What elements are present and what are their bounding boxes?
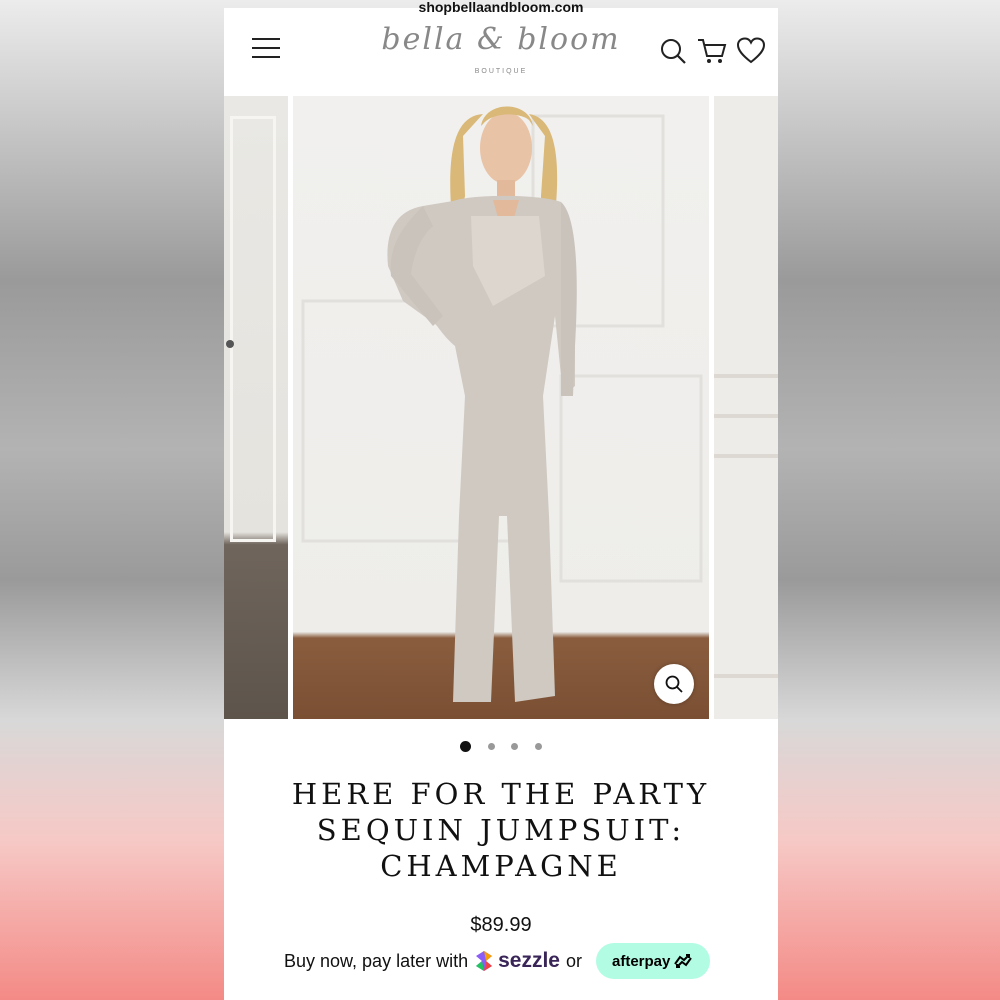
product-price: $89.99 (470, 914, 532, 936)
model-in-jumpsuit-image (301, 106, 703, 702)
afterpay-badge[interactable]: afterpay (596, 943, 711, 979)
main-product-image[interactable] (293, 96, 709, 719)
sezzle-label: sezzle (498, 949, 560, 972)
cart-icon[interactable] (696, 36, 727, 66)
product-title: HERE FOR THE PARTY SEQUIN JUMPSUIT: CHAM… (244, 776, 758, 884)
previous-slide-image[interactable] (224, 96, 288, 719)
pagination-dot-1[interactable] (460, 741, 472, 753)
carousel-pagination (224, 738, 778, 753)
or-text: or (565, 950, 582, 971)
door-handle (226, 340, 234, 348)
heart-icon[interactable] (736, 36, 766, 66)
product-image-carousel[interactable] (224, 96, 778, 719)
pagination-dot-3[interactable] (511, 743, 519, 751)
menu-icon[interactable] (252, 38, 280, 64)
search-icon[interactable] (658, 36, 688, 66)
sezzle-logo-icon (476, 951, 493, 971)
site-header: bella & bloom BOUTIQUE (224, 8, 778, 96)
pay-later-row: Buy now, pay later with sezzle or afterp… (284, 942, 724, 980)
magnifier-icon (665, 675, 683, 693)
logo-subtitle: BOUTIQUE (474, 68, 528, 75)
logo-script: bella & bloom (381, 22, 621, 57)
sezzle-badge[interactable]: sezzle (474, 949, 560, 973)
mobile-page: bella & bloom BOUTIQUE HERE FOR THE PART… (224, 8, 778, 1000)
product-title-line-3: CHAMPAGNE (380, 849, 622, 883)
url-text: shopbellaandbloom.com (418, 0, 584, 15)
pagination-dot-2[interactable] (487, 743, 495, 751)
pagination-dot-4[interactable] (534, 743, 542, 751)
brand-logo[interactable]: bella & bloom BOUTIQUE (374, 18, 628, 84)
zoom-button[interactable] (654, 664, 694, 704)
next-slide-image[interactable] (714, 96, 778, 719)
afterpay-loop-icon (674, 954, 693, 968)
product-title-line-1: HERE FOR THE PARTY (291, 777, 711, 811)
product-title-line-2: SEQUIN JUMPSUIT: (316, 813, 686, 847)
pay-later-intro: Buy now, pay later with (284, 950, 469, 971)
afterpay-label: afterpay (612, 952, 671, 970)
